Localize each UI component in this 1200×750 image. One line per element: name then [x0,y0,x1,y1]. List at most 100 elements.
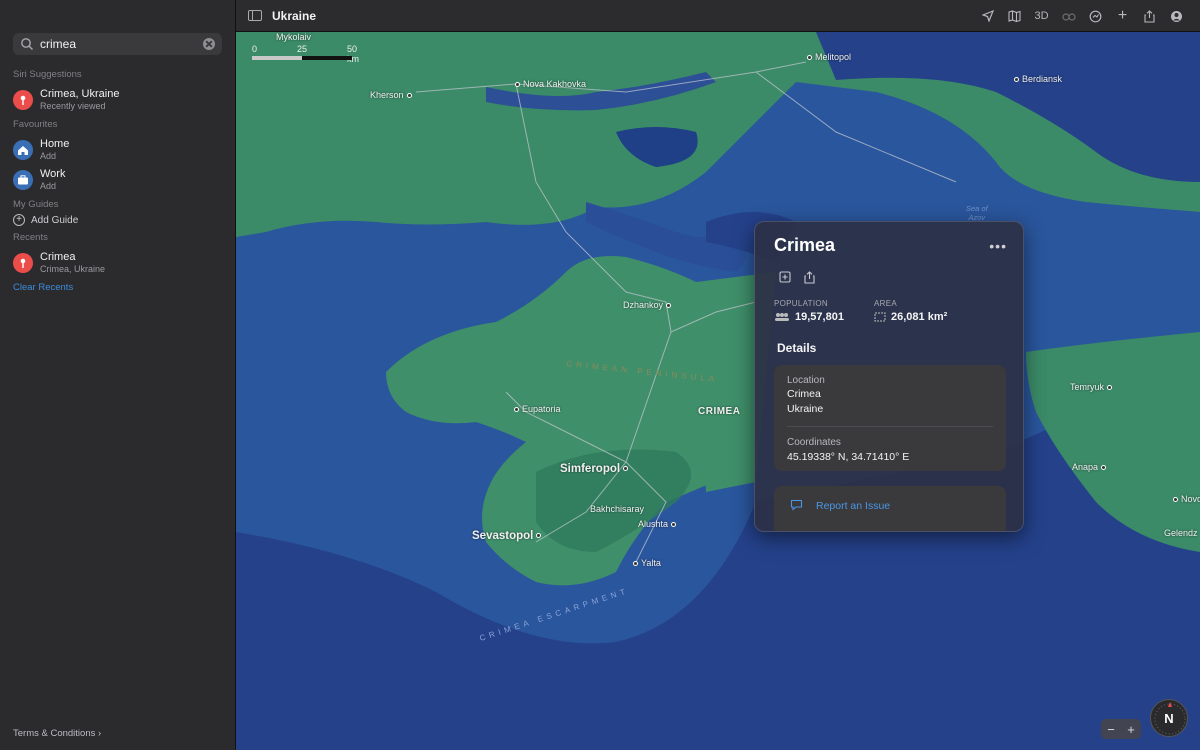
label-simferopol[interactable]: Simferopol [560,463,631,475]
location-line2: Ukraine [787,403,824,415]
city-dot-icon [1101,465,1107,471]
city-dot-icon [514,407,519,413]
favourite-item-work[interactable]: Work Add [13,168,65,192]
search-input[interactable] [40,37,203,51]
place-card: Crimea ••• POPULATION 19,57,801 AREA 26,… [754,221,1024,532]
details-box: Location Crimea Ukraine Coordinates 45.1… [774,365,1006,471]
scale-zero: 0 [252,44,258,54]
work-subtitle: Add [40,181,57,191]
population-label: POPULATION [774,299,828,308]
zoom-in-button[interactable]: + [1127,722,1135,737]
population-value: 19,57,801 [795,311,844,323]
add-guide-button[interactable]: + Add Guide [13,214,78,226]
sidebar-toggle-icon[interactable] [248,10,262,21]
recent-item[interactable]: Crimea Crimea, Ukraine [13,251,105,275]
label-yalta[interactable]: Yalta [630,558,661,568]
add-icon[interactable]: + [1109,6,1136,26]
coordinates-label: Coordinates [787,437,841,448]
label-temryuk-text: Temryuk [1070,382,1105,392]
account-icon[interactable] [1163,6,1190,26]
terms-label: Terms & Conditions [13,728,96,739]
city-dot-icon [536,533,542,539]
label-novo-text: Novo [1181,494,1200,504]
share-icon[interactable] [800,268,818,286]
city-dot-icon [807,55,812,61]
home-subtitle: Add [40,151,57,161]
report-issue-button[interactable]: Report an Issue [774,486,1006,531]
report-issue-label: Report an Issue [816,500,891,512]
people-icon [775,313,789,321]
city-dot-icon [406,93,412,99]
search-icon [21,38,33,50]
toolbar: Ukraine 3D + [236,0,1200,32]
siri-item-title: Crimea, Ukraine [40,88,120,100]
3d-toggle-button[interactable]: 3D [1028,6,1055,26]
label-alushta[interactable]: Alushta [638,519,679,529]
compass-button[interactable]: N [1150,699,1188,737]
label-eupatoria[interactable]: Eupatoria [511,404,561,414]
share-icon[interactable] [1136,6,1163,26]
add-to-guide-icon[interactable] [776,268,794,286]
clear-recents-link[interactable]: Clear Recents [13,282,73,293]
label-melitopol-text: Melitopol [815,52,852,62]
track-icon[interactable] [1082,6,1109,26]
label-kherson[interactable]: Kherson [370,90,415,100]
terms-and-conditions-link[interactable]: Terms & Conditions › [13,728,101,739]
label-anapa[interactable]: Anapa [1072,462,1109,472]
zoom-control: − + [1101,719,1141,739]
label-sevastopol-text: Sevastopol [472,530,534,542]
add-guide-label: Add Guide [31,214,79,226]
city-dot-icon [671,522,677,528]
label-mykolaiv[interactable]: Mykolaiv [276,32,311,42]
label-novorossiysk[interactable]: Novo [1170,494,1200,504]
label-crimea-region[interactable]: CRIMEA [698,406,740,417]
home-label: Home [40,138,70,150]
label-nova-kakhovka[interactable]: Nova Kakhovka [512,79,586,89]
window-title: Ukraine [272,9,317,23]
clear-search-icon[interactable] [203,38,215,50]
label-sea-of-azov: Sea of Azov [966,204,988,222]
label-anapa-text: Anapa [1072,462,1099,472]
city-dot-icon [633,561,638,567]
map-view[interactable]: 0 25 50 km Mykolaiv Melitopol Kherson No… [236,32,1200,750]
details-header: Details [777,341,817,355]
map-terrain [236,32,1200,750]
label-temryuk[interactable]: Temryuk [1070,382,1115,392]
recents-header: Recents [13,232,48,243]
recent-item-title: Crimea [40,251,76,263]
siri-suggestion-item[interactable]: Crimea, Ukraine Recently viewed [13,88,119,112]
label-alushta-text: Alushta [638,519,669,529]
my-guides-header: My Guides [13,199,59,210]
location-label: Location [787,375,825,386]
place-card-title: Crimea [774,235,836,255]
label-dzhankoy[interactable]: Dzhankoy [623,300,674,310]
favourite-item-home[interactable]: Home Add [13,138,69,162]
label-nova-kakhovka-text: Nova Kakhovka [523,79,587,89]
chevron-right-icon: › [98,728,102,739]
coordinates-value[interactable]: 45.19338° N, 34.71410° E [787,451,909,463]
area-icon [874,312,886,322]
3d-label: 3D [1034,10,1049,22]
label-bakhchisaray[interactable]: Bakhchisaray [590,504,644,514]
label-sevastopol[interactable]: Sevastopol [472,530,544,542]
scale-mid: 25 [297,44,308,54]
location-line1: Crimea [787,388,821,400]
population-stat: 19,57,801 [774,311,844,323]
map-mode-icon[interactable] [1001,6,1028,26]
city-dot-icon [1107,385,1113,391]
city-dot-icon [666,303,672,309]
label-melitopol[interactable]: Melitopol [804,52,851,62]
zoom-out-button[interactable]: − [1107,722,1115,737]
label-gelendzhik[interactable]: Gelendz [1164,528,1198,538]
scale-bar [252,56,352,60]
label-simferopol-text: Simferopol [560,463,621,475]
search-field[interactable] [13,33,222,55]
location-arrow-icon[interactable] [974,6,1001,26]
label-berdiansk[interactable]: Berdiansk [1011,74,1062,84]
label-kherson-text: Kherson [370,90,404,100]
pin-icon [13,253,33,273]
look-around-icon[interactable] [1055,6,1082,26]
city-dot-icon [515,82,520,88]
more-options-icon[interactable]: ••• [989,238,1007,254]
city-dot-icon [1173,497,1178,503]
